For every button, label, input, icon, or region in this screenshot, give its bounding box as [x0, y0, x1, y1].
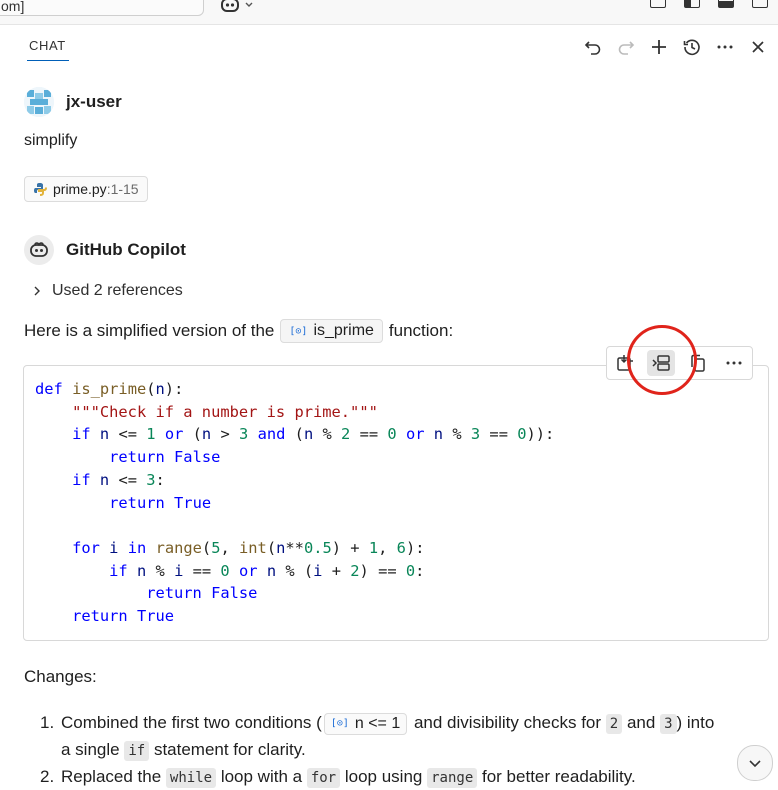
toggle-primary-sidebar-icon[interactable] [684, 0, 700, 8]
list-item: 2. Replaced the while loop with a for lo… [40, 763, 770, 790]
code-line: for i in range(5, int(n**0.5) + 1, 6): [72, 538, 425, 557]
list-text: and [626, 713, 656, 732]
changes-heading: Changes: [24, 667, 97, 686]
code-line: return True [72, 607, 175, 626]
ellipsis-icon [726, 361, 742, 365]
more-actions-button[interactable] [713, 36, 737, 58]
symbol-method-icon: [⊙] [330, 718, 349, 730]
code-line: return False [109, 448, 221, 467]
history-icon [683, 39, 700, 56]
list-item: 1. Combined the first two conditions ([⊙… [40, 709, 770, 763]
identicon-icon [24, 87, 54, 117]
chat-header-actions [581, 36, 770, 58]
code-line: if n <= 1 or (n > 3 and (n % 2 == 0 or n… [72, 425, 555, 444]
layout-customize-icon[interactable] [650, 0, 666, 8]
redo-icon [618, 41, 635, 55]
code-line: if n <= 3: [72, 470, 165, 489]
symbol-chip-condition[interactable]: [⊙] n <= 1 [323, 712, 408, 735]
symbol-name: is_prime [313, 322, 374, 339]
undo-button[interactable] [581, 36, 605, 58]
chevron-down-icon [245, 2, 253, 7]
scroll-to-bottom-button[interactable] [737, 745, 773, 781]
title-bar: om] [0, 0, 778, 25]
symbol-chip-label: n <= 1 [354, 715, 401, 733]
toggle-secondary-sidebar-icon[interactable] [752, 0, 768, 8]
chevron-right-icon [34, 286, 40, 296]
tab-chat[interactable]: CHAT [29, 38, 66, 53]
undo-icon [584, 41, 601, 55]
assistant-name: GitHub Copilot [66, 240, 186, 259]
list-text: Replaced the [61, 767, 162, 786]
list-text: for better readability. [482, 767, 636, 786]
user-message: simplify [24, 132, 78, 149]
copilot-avatar [24, 235, 54, 265]
code-more-actions-button[interactable] [720, 350, 748, 376]
list-text: a single [61, 740, 120, 759]
code-line: return False [146, 584, 258, 603]
response-intro: Here is a simplified version of the [⊙] … [24, 319, 453, 343]
toggle-panel-icon[interactable] [718, 0, 734, 8]
inline-code: 2 [605, 714, 623, 734]
references-label: Used 2 references [52, 282, 183, 299]
list-text: Combined the first two conditions ( [61, 713, 322, 732]
code-line: return True [109, 493, 212, 512]
intro-text-after: function: [388, 321, 454, 340]
user-name: jx-user [66, 92, 122, 111]
list-number: 1. [40, 713, 55, 732]
list-text: and divisibility checks for [413, 713, 602, 732]
code-content: def is_prime(n): """Check if a number is… [35, 378, 554, 628]
new-chat-button[interactable] [647, 36, 671, 58]
inline-code: while [165, 768, 217, 788]
command-center-text: om] [1, 0, 25, 14]
inline-code: 3 [660, 714, 677, 734]
intro-text-before: Here is a simplified version of the [24, 321, 275, 340]
code-line: def is_prime(n): [35, 380, 184, 398]
attachment-filename: prime.py [53, 181, 107, 197]
attachment-chip[interactable]: prime.py:1-15 [24, 176, 148, 202]
history-button[interactable] [680, 36, 704, 58]
list-number: 2. [40, 767, 55, 786]
code-line: if n % i == 0 or n % (i + 2) == 0: [109, 561, 425, 580]
inline-code: for [306, 768, 341, 788]
chevron-down-icon [749, 760, 761, 768]
inline-code: if [124, 741, 150, 761]
copilot-icon [30, 242, 48, 257]
active-tab-indicator [27, 60, 69, 61]
references-toggle[interactable]: Used 2 references [32, 282, 183, 300]
ellipsis-icon [717, 45, 733, 49]
copilot-icon [221, 0, 239, 12]
command-center-search[interactable]: om] [0, 0, 204, 16]
python-file-icon [34, 183, 47, 196]
list-text: loop using [344, 767, 423, 786]
list-text: ) into [676, 713, 715, 732]
symbol-chip-is-prime[interactable]: [⊙] is_prime [280, 319, 383, 343]
list-text: loop with a [220, 767, 303, 786]
attachment-range: :1-15 [106, 181, 139, 197]
copilot-menu-button[interactable] [220, 0, 260, 16]
list-text: statement for clarity. [153, 740, 306, 759]
code-line: """Check if a number is prime.""" [72, 402, 378, 421]
inline-code: range [427, 768, 478, 788]
highlight-annotation-circle [627, 325, 697, 395]
plus-icon [652, 40, 666, 54]
redo-button[interactable] [614, 36, 638, 58]
symbol-method-icon: [⊙] [289, 325, 308, 337]
user-avatar [24, 87, 54, 117]
close-icon [752, 41, 764, 53]
close-chat-button[interactable] [746, 36, 770, 58]
